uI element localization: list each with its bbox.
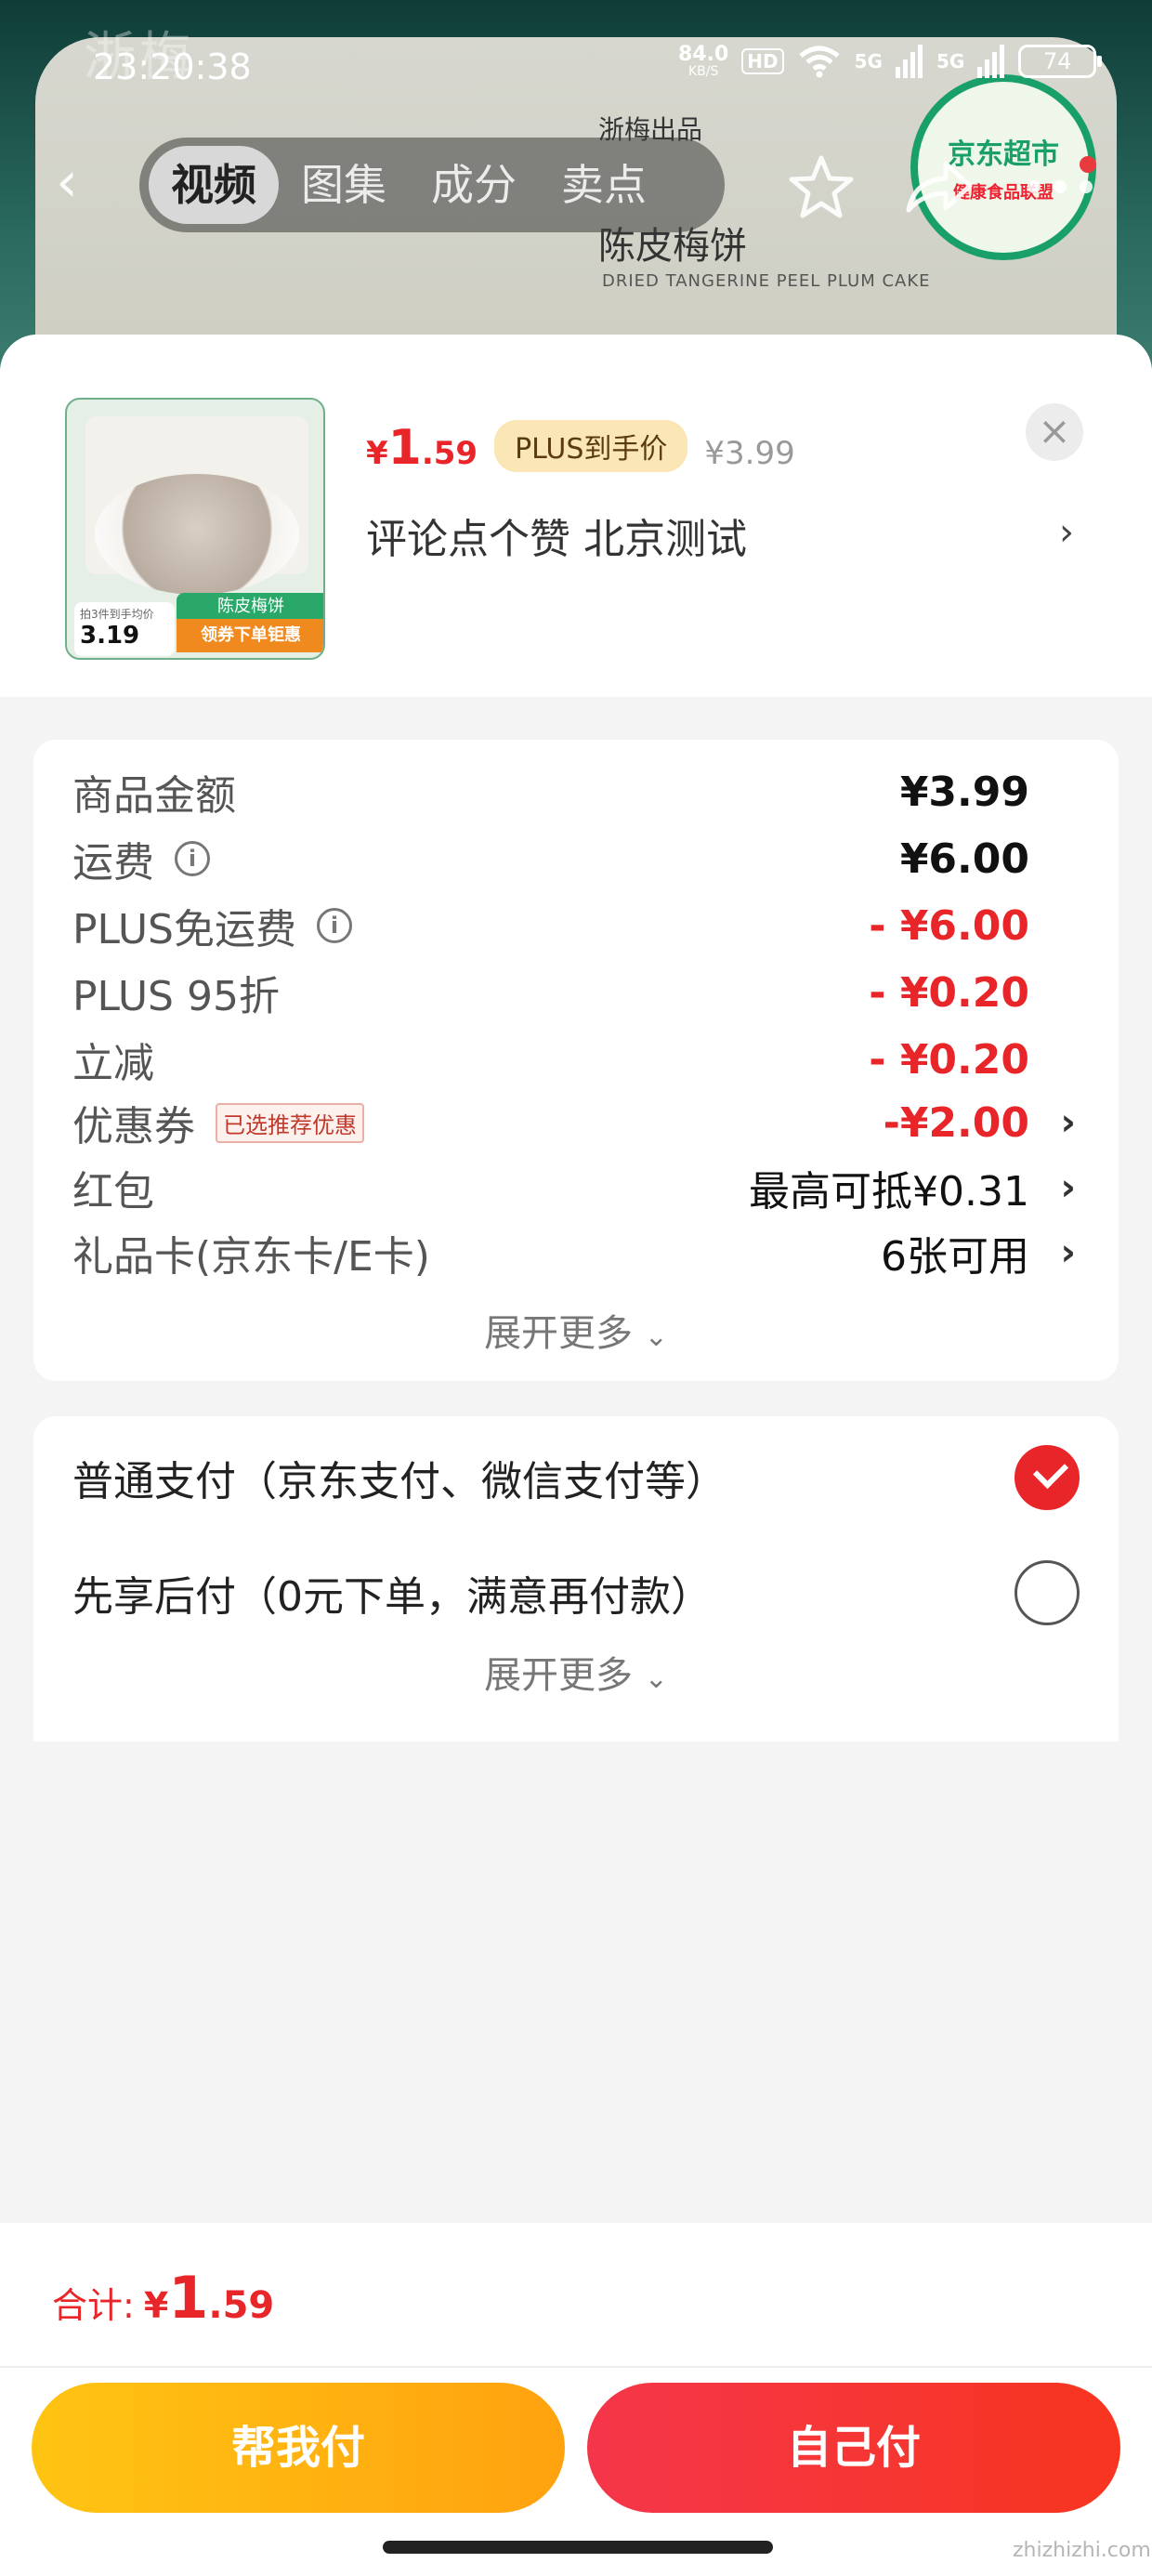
- close-button[interactable]: ×: [1026, 403, 1083, 461]
- row-plus-discount: PLUS 95折 - ¥0.20: [72, 965, 1085, 1021]
- row-label: 立减: [72, 1040, 154, 1087]
- back-arrow-icon[interactable]: ‹: [56, 152, 100, 212]
- row-value: ¥3.99: [899, 768, 1029, 816]
- signal-bars-icon-1: [895, 45, 923, 78]
- row-item-amount: 商品金额 ¥3.99: [72, 764, 1085, 821]
- expand-more-label: 展开更多: [484, 1654, 634, 1697]
- row-shipping: 运费 i ¥6.00: [72, 831, 1085, 887]
- original-price: ¥3.99: [704, 435, 795, 472]
- price-symbol: ¥: [366, 435, 388, 472]
- thumbnail-price: 3.19: [80, 622, 140, 650]
- product-thumbnail[interactable]: 拍3件到手均价 3.19 陈皮梅饼 领券下单钜惠: [65, 398, 325, 660]
- row-value: -¥2.00: [883, 1098, 1029, 1147]
- row-value: 最高可抵¥0.31: [749, 1168, 1029, 1216]
- chevron-right-icon[interactable]: ›: [1059, 511, 1074, 554]
- expand-more-label: 展开更多: [484, 1312, 634, 1355]
- status-time: 23:20:38: [93, 46, 252, 87]
- total-price: 合计: ¥ 1 .59: [52, 2264, 274, 2332]
- info-icon[interactable]: i: [317, 908, 352, 943]
- thumbnail-price-note: 拍3件到手均价: [80, 608, 154, 621]
- coupon-recommend-tag: 已选推荐优惠: [216, 1102, 364, 1143]
- chevron-right-icon[interactable]: ›: [1061, 1166, 1076, 1209]
- row-value: - ¥0.20: [869, 1035, 1029, 1084]
- network-speed-unit: KB/S: [687, 64, 719, 79]
- battery-icon: 74: [1018, 45, 1103, 78]
- share-icon[interactable]: [901, 152, 975, 223]
- network-speed-value: 84.0: [678, 43, 729, 66]
- payment-expand-area: 展开更多 ⌄: [33, 1639, 1119, 1741]
- product-title[interactable]: 评论点个赞 北京测试: [366, 506, 747, 565]
- chevron-down-icon: ⌄: [644, 1321, 668, 1353]
- row-coupon[interactable]: 优惠券 已选推荐优惠 -¥2.00 ›: [72, 1095, 1085, 1151]
- thumbnail-plate: [95, 474, 299, 595]
- home-indicator[interactable]: [383, 2541, 773, 2554]
- info-icon[interactable]: i: [175, 841, 210, 876]
- payment-option-standard[interactable]: 普通支付（京东支付、微信支付等）: [72, 1440, 1085, 1515]
- price-breakdown-card: 商品金额 ¥3.99 运费 i ¥6.00 PLUS免运费 i - ¥6.00 …: [33, 740, 1119, 1381]
- watermark: zhizhizhi.com: [1013, 2539, 1151, 2562]
- payment-option-pay-later[interactable]: 先享后付（0元下单，满意再付款）: [72, 1556, 1085, 1630]
- battery-level: 74: [1043, 48, 1072, 74]
- thumbnail-tag: 陈皮梅饼: [177, 593, 323, 621]
- tab-gallery[interactable]: 图集: [279, 146, 409, 224]
- media-tabs: 视频 图集 成分 卖点: [139, 138, 725, 232]
- signal-bars-icon-2: [977, 45, 1005, 78]
- notification-dot: [1080, 156, 1096, 173]
- tab-video[interactable]: 视频: [149, 146, 279, 224]
- chevron-right-icon[interactable]: ›: [1061, 1231, 1076, 1274]
- total-decimal: .59: [208, 2284, 275, 2327]
- hd-icon: HD: [741, 48, 784, 74]
- thumbnail-banner: 领券下单钜惠: [177, 619, 323, 652]
- help-me-pay-button[interactable]: 帮我付: [32, 2383, 565, 2513]
- signal-5g-icon-2: 5G: [936, 50, 965, 72]
- product-summary: 拍3件到手均价 3.19 陈皮梅饼 领券下单钜惠 ¥ 1 .59 PLUS到手价…: [0, 335, 1152, 697]
- expand-more-button[interactable]: 展开更多 ⌄: [33, 1303, 1119, 1357]
- row-label: 红包: [72, 1168, 154, 1216]
- chevron-down-icon: ⌄: [644, 1663, 668, 1695]
- status-indicators: 84.0 KB/S HD 5G 5G 74: [678, 43, 1103, 79]
- row-label: PLUS免运费: [72, 906, 296, 953]
- total-main: 1: [168, 2264, 209, 2332]
- more-options-icon[interactable]: [1028, 173, 1102, 201]
- row-value: - ¥6.00: [869, 901, 1029, 950]
- payment-method-card: 普通支付（京东支付、微信支付等） 先享后付（0元下单，满意再付款）: [33, 1416, 1119, 1639]
- row-value: ¥6.00: [899, 835, 1029, 883]
- row-instant-discount: 立减 - ¥0.20: [72, 1032, 1085, 1088]
- favorite-star-icon[interactable]: [786, 152, 857, 223]
- row-value: - ¥0.20: [869, 968, 1029, 1017]
- status-bar: 23:20:38 84.0 KB/S HD 5G 5G 74: [0, 37, 1152, 102]
- row-label: 商品金额: [72, 772, 236, 820]
- row-red-packet[interactable]: 红包 最高可抵¥0.31 ›: [72, 1160, 1085, 1216]
- price-decimal: .59: [421, 435, 478, 472]
- row-label: 优惠券: [72, 1103, 195, 1150]
- plus-price-tag: PLUS到手价: [494, 420, 688, 472]
- expand-more-button[interactable]: 展开更多 ⌄: [33, 1645, 1119, 1699]
- radio-unchecked-icon[interactable]: [1015, 1560, 1080, 1625]
- wifi-icon: [799, 46, 840, 78]
- payment-option-label: 先享后付（0元下单，满意再付款）: [72, 1573, 712, 1621]
- row-plus-free-shipping: PLUS免运费 i - ¥6.00: [72, 898, 1085, 954]
- chevron-right-icon[interactable]: ›: [1061, 1101, 1076, 1144]
- row-value: 6张可用: [881, 1233, 1029, 1281]
- row-gift-card[interactable]: 礼品卡(京东卡/E卡) 6张可用 ›: [72, 1225, 1085, 1281]
- radio-checked-icon[interactable]: [1015, 1445, 1080, 1510]
- package-product-name-en: DRIED TANGERINE PEEL PLUM CAKE: [602, 271, 931, 291]
- row-label: PLUS 95折: [72, 973, 280, 1020]
- payment-option-label: 普通支付（京东支付、微信支付等）: [72, 1458, 727, 1505]
- price-main: 1: [387, 420, 422, 476]
- tab-ingredients[interactable]: 成分: [409, 146, 539, 224]
- signal-5g-icon-1: 5G: [854, 50, 883, 72]
- divider: [0, 2366, 1152, 2368]
- checkout-footer: 合计: ¥ 1 .59 帮我付 自己付 zhizhizhi.com: [0, 2223, 1152, 2576]
- row-label: 运费: [72, 839, 154, 887]
- thumbnail-price-box: 拍3件到手均价 3.19: [74, 602, 175, 656]
- pay-myself-button[interactable]: 自己付: [587, 2383, 1120, 2513]
- row-label: 礼品卡(京东卡/E卡): [72, 1233, 430, 1281]
- product-price-row: ¥ 1 .59 PLUS到手价 ¥3.99: [366, 420, 795, 478]
- total-symbol: ¥: [143, 2285, 169, 2326]
- network-speed: 84.0 KB/S: [678, 43, 729, 79]
- total-label: 合计:: [52, 2285, 135, 2326]
- tab-selling-points[interactable]: 卖点: [539, 146, 669, 224]
